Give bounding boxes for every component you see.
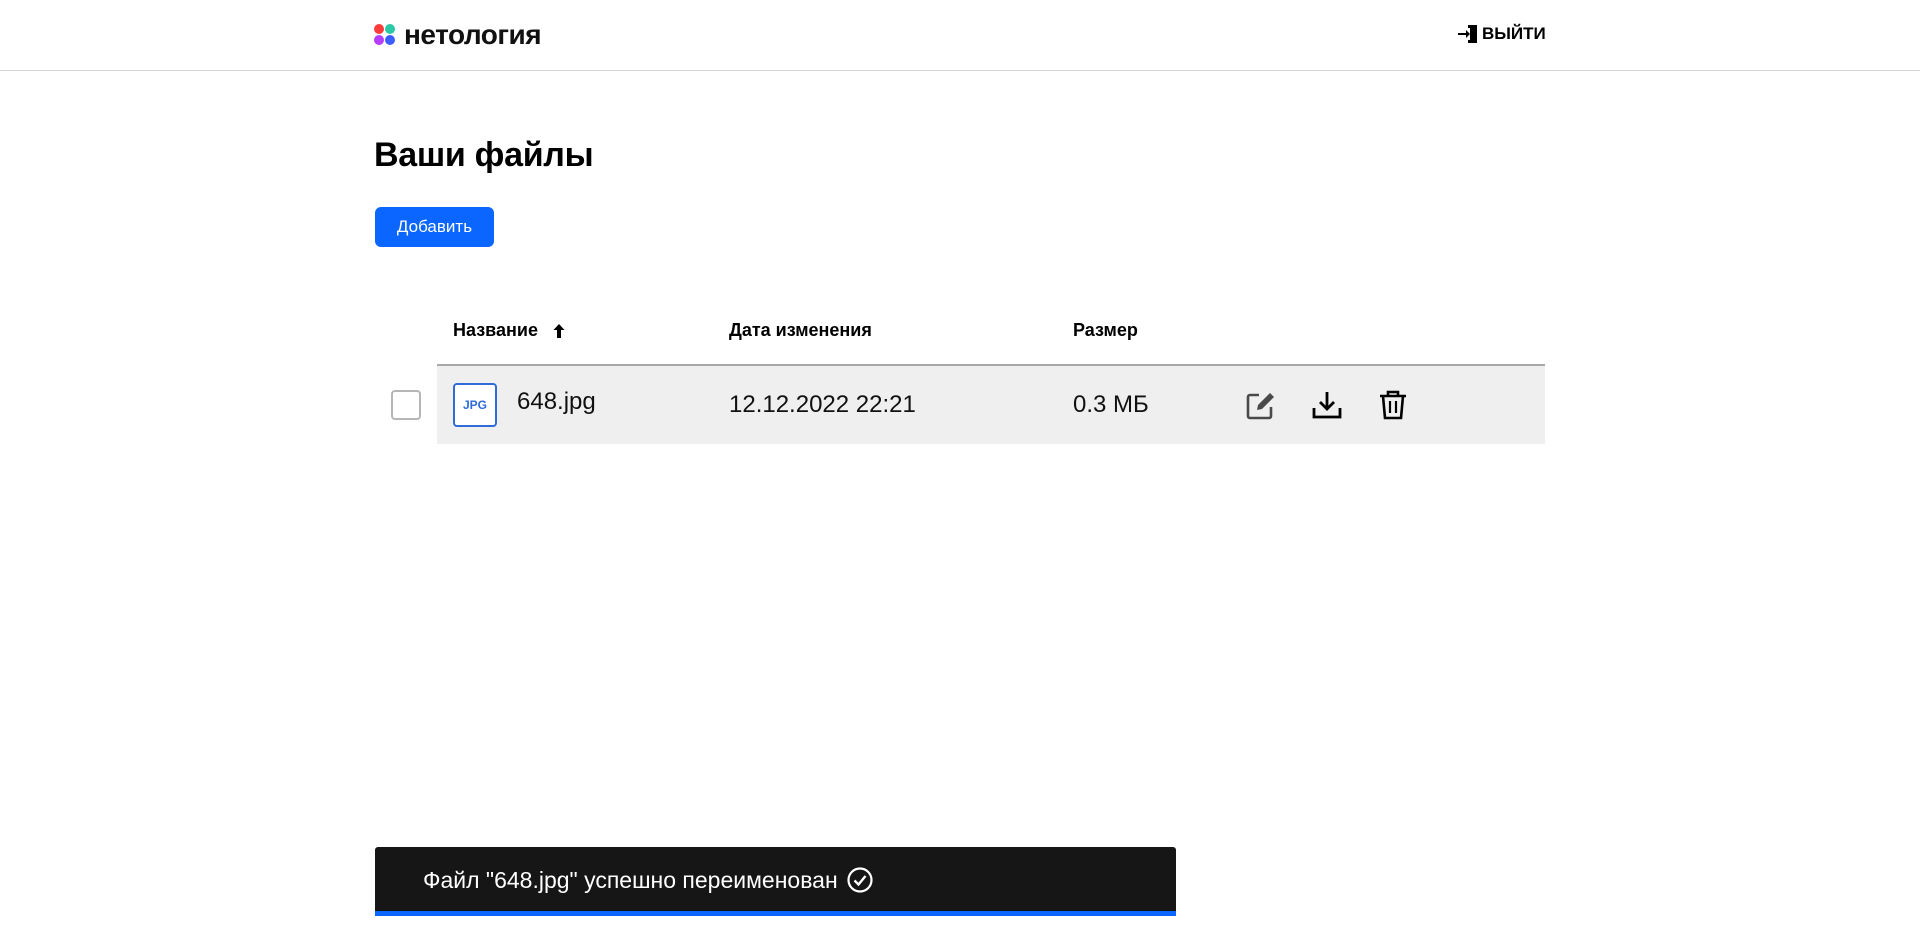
file-name[interactable]: 648.jpg bbox=[517, 387, 596, 417]
arrow-up-icon[interactable] bbox=[550, 322, 568, 340]
file-size: 0.3 МБ bbox=[1073, 391, 1149, 418]
add-file-button[interactable]: Добавить bbox=[375, 207, 494, 247]
column-header-size-label: Размер bbox=[1073, 320, 1138, 340]
logout-label: ВЫЙТИ bbox=[1482, 24, 1546, 43]
toast-message-wrap: Файл "648.jpg" успешно переименован bbox=[423, 866, 874, 894]
check-circle-icon bbox=[847, 867, 873, 893]
trash-icon bbox=[1380, 390, 1406, 420]
download-button[interactable] bbox=[1309, 387, 1345, 423]
column-header-name-label: Название bbox=[453, 320, 538, 340]
top-header: нетология ВЫЙТИ bbox=[0, 0, 1920, 71]
rename-button[interactable] bbox=[1243, 387, 1279, 423]
logo-mark-icon bbox=[374, 24, 396, 46]
delete-button[interactable] bbox=[1375, 387, 1411, 423]
toast-message: Файл "648.jpg" успешно переименован bbox=[423, 867, 838, 893]
notification-toast: Файл "648.jpg" успешно переименован bbox=[375, 847, 1176, 916]
toast-progress-bar bbox=[375, 911, 1176, 916]
column-header-size[interactable]: Размер bbox=[1073, 320, 1138, 341]
file-type-badge: JPG bbox=[453, 383, 497, 427]
logout-icon bbox=[1458, 25, 1477, 43]
logo[interactable]: нетология bbox=[374, 19, 542, 50]
logout-button[interactable]: ВЫЙТИ bbox=[1456, 22, 1546, 46]
column-header-name[interactable]: Название bbox=[453, 320, 568, 341]
download-icon bbox=[1312, 392, 1342, 419]
row-checkbox[interactable] bbox=[391, 390, 421, 420]
column-header-modified[interactable]: Дата изменения bbox=[729, 320, 872, 341]
edit-icon bbox=[1246, 393, 1274, 420]
page-title: Ваши файлы bbox=[374, 136, 594, 174]
column-header-modified-label: Дата изменения bbox=[729, 320, 872, 340]
logo-text: нетология bbox=[404, 19, 542, 50]
file-modified-date: 12.12.2022 22:21 bbox=[729, 391, 916, 418]
